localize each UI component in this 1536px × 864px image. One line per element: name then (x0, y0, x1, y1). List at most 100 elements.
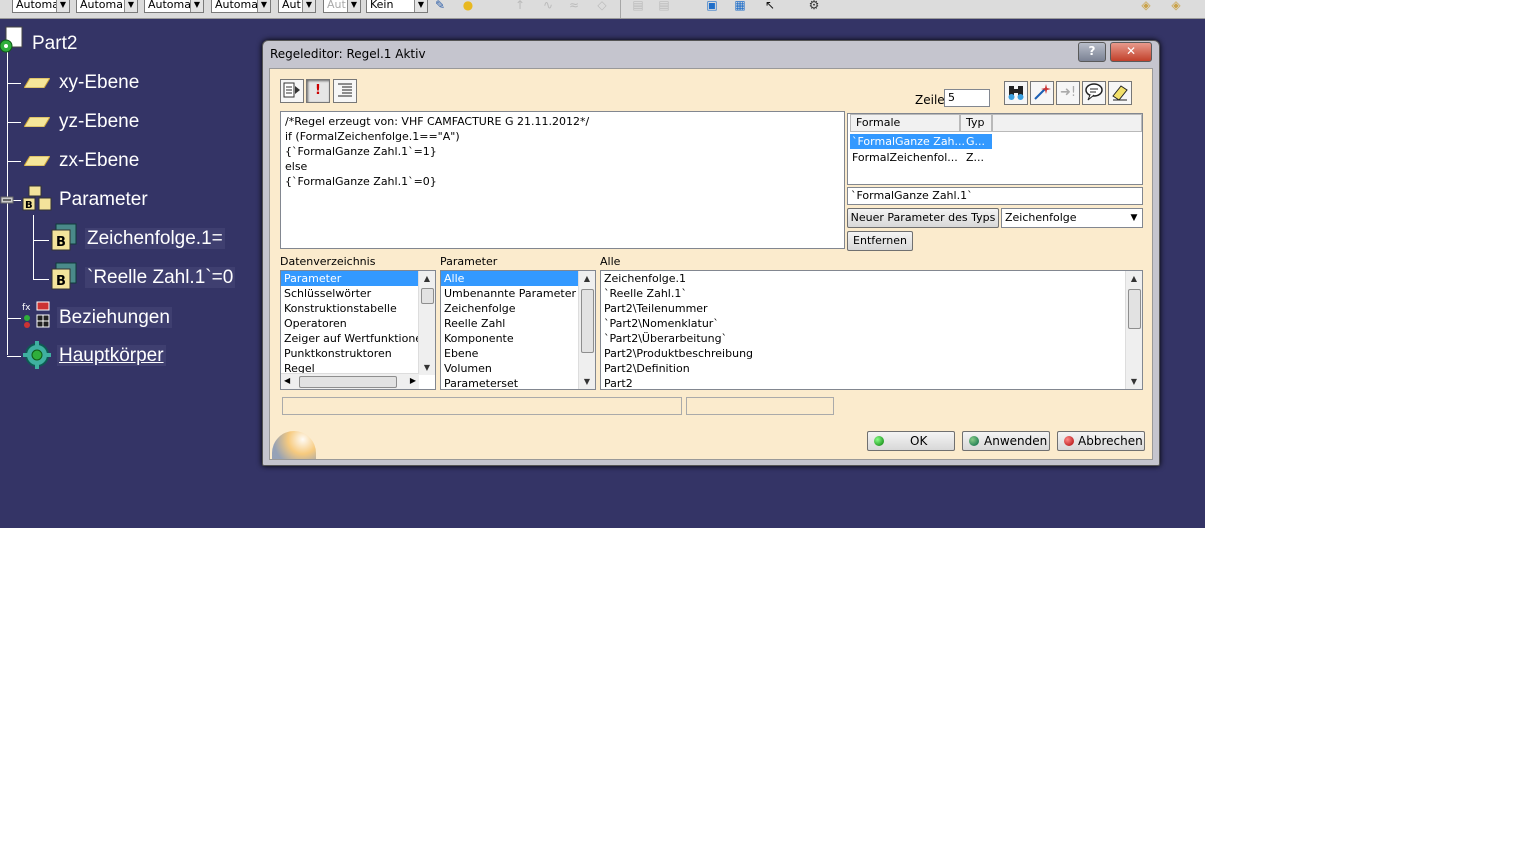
list-item[interactable]: Part2\Teilenummer (601, 301, 1121, 316)
list-item[interactable]: Umbenannte Parameter (441, 286, 579, 301)
linetype-combo[interactable]: Automa ▼ (76, 0, 138, 13)
tree-item-label: Hauptkörper (57, 345, 166, 366)
list-item[interactable]: Parameterset (441, 376, 579, 389)
layer-filter-combo[interactable]: Kein ▼ (366, 0, 428, 13)
apply-button[interactable]: Anwenden (962, 431, 1050, 451)
tools-icon[interactable]: ⚙ (806, 0, 822, 12)
list-item[interactable]: Reelle Zahl (441, 316, 579, 331)
list-item[interactable]: `Reelle Zahl.1` (601, 286, 1121, 301)
tree-item-beziehungen[interactable]: Beziehungen (57, 304, 172, 332)
svg-text:B: B (56, 235, 66, 250)
parameter-name-field[interactable]: `FormalGanze Zahl.1` (847, 187, 1143, 205)
vertical-scrollbar[interactable]: ▲ ▼ (578, 271, 595, 389)
layers-dropdown-icon[interactable]: ◈ (1168, 0, 1184, 12)
list-item[interactable]: Zeichenfolge.1 (601, 271, 1121, 286)
list-item[interactable]: `Part2\Überarbeitung` (601, 331, 1121, 346)
combo-value: Automa (16, 0, 59, 11)
comment-icon[interactable] (1082, 81, 1106, 105)
ok-label: OK (910, 434, 928, 448)
list-item[interactable]: Part2 (601, 376, 1121, 389)
vertical-scrollbar[interactable]: ▲ ▼ (1125, 271, 1142, 389)
status-field-secondary (686, 397, 834, 415)
network-icon[interactable]: ▦ (732, 0, 748, 12)
dictionary-list[interactable]: Parameter Schlüsselwörter Konstruktionst… (280, 270, 436, 390)
tree-item-label: zx-Ebene (59, 150, 140, 171)
collapse-icon[interactable] (0, 194, 14, 206)
tree-item-hauptkoerper[interactable]: Hauptkörper (57, 342, 166, 370)
parameter-icon: B (22, 185, 52, 211)
layer-combo[interactable]: Aut ▼ (278, 0, 316, 13)
tree-item-parameter[interactable]: Parameter (57, 186, 150, 214)
curve-icon: ∿ (542, 0, 554, 12)
list-item[interactable]: Ebene (441, 346, 579, 361)
chevron-down-icon: ▼ (190, 0, 203, 12)
tree-item-zx-plane[interactable]: zx-Ebene (57, 147, 141, 175)
rule-code-editor[interactable]: /*Regel erzeugt von: VHF CAMFACTURE G 21… (280, 111, 845, 249)
chevron-down-icon: ▼ (302, 0, 315, 12)
remove-button[interactable]: Entfernen (847, 231, 913, 251)
list-item[interactable]: Schlüsselwörter (281, 286, 421, 301)
close-button[interactable]: ✕ (1110, 42, 1152, 62)
thickness-combo[interactable]: Automa ▼ (144, 0, 204, 13)
vertical-scrollbar[interactable]: ▲ ▼ (418, 271, 435, 375)
list-item[interactable]: Zeichenfolge (441, 301, 579, 316)
list-item[interactable]: Part2\Produktbeschreibung (601, 346, 1121, 361)
point-type-combo[interactable]: Automa ▼ (211, 0, 271, 13)
table-row[interactable]: `FormalGanze Zah...G... (850, 134, 992, 149)
list-item[interactable]: Parameter (281, 271, 421, 286)
list-item[interactable]: Alle (441, 271, 579, 286)
column-header[interactable]: Formale Parameter (850, 114, 960, 145)
layers-icon[interactable]: ◈ (1138, 0, 1154, 12)
tag-icon: ◇ (597, 0, 607, 12)
line-number-field[interactable]: 5 (944, 89, 990, 107)
param-name: `FormalGanze Zah... (852, 135, 966, 148)
warning-icon[interactable]: ! (306, 79, 330, 103)
cancel-button[interactable]: Abbrechen (1057, 431, 1145, 451)
body-icon (23, 341, 51, 369)
all-parameters-list[interactable]: Zeichenfolge.1 `Reelle Zahl.1` Part2\Tei… (600, 270, 1143, 390)
tree-item-zeichenfolge[interactable]: Zeichenfolge.1= (85, 225, 225, 253)
selected-type: Zeichenfolge (1005, 211, 1077, 224)
list-item[interactable]: Punktkonstruktoren (281, 346, 421, 361)
whats-this-icon[interactable]: ↖ (762, 0, 778, 12)
tree-root-part2[interactable]: Part2 (30, 30, 79, 58)
color-combo[interactable]: Automa ▼ (12, 0, 70, 13)
parameter-type-select[interactable]: Zeichenfolge ▼ (1001, 208, 1143, 228)
wave-icon: ≈ (568, 0, 580, 12)
tree-item-label: Beziehungen (57, 307, 172, 328)
help-button[interactable]: ? (1078, 42, 1106, 62)
ok-button[interactable]: OK (867, 431, 955, 451)
table-row[interactable]: FormalZeichenfol... Z... (850, 150, 992, 165)
dark-green-dot-icon (969, 436, 979, 446)
green-dot-icon (874, 436, 884, 446)
tree-item-label: `Reelle Zahl.1`=0 (85, 267, 236, 288)
new-parameter-button[interactable]: Neuer Parameter des Typs (847, 208, 999, 228)
insert-rule-icon[interactable] (280, 79, 304, 103)
parameter-type-list[interactable]: Alle Umbenannte Parameter Zeichenfolge R… (440, 270, 596, 390)
column-header[interactable]: Typ (960, 114, 992, 132)
wizard-icon[interactable] (1030, 81, 1054, 105)
binoculars-icon[interactable] (1004, 81, 1028, 105)
horizontal-scrollbar[interactable]: ◀ ▶ (281, 373, 419, 389)
svg-text:fx: fx (22, 303, 31, 313)
lightbulb-icon[interactable]: ● (460, 0, 476, 12)
list-item[interactable]: Operatoren (281, 316, 421, 331)
indent-icon[interactable] (333, 79, 357, 103)
tree-item-yz-plane[interactable]: yz-Ebene (57, 108, 141, 136)
tree-item-reelle-zahl[interactable]: `Reelle Zahl.1`=0 (85, 264, 236, 292)
format-painter-icon[interactable]: ✎ (432, 0, 448, 12)
list-item[interactable]: Part2\Definition (601, 361, 1121, 376)
eraser-icon[interactable] (1108, 81, 1132, 105)
combo-value: Kein (370, 0, 394, 11)
list-item[interactable]: `Part2\Nomenklatur` (601, 316, 1121, 331)
tree-item-xy-plane[interactable]: xy-Ebene (57, 69, 141, 97)
param-type: G... (966, 135, 986, 148)
combo-value: Automa (148, 0, 191, 11)
document-icon[interactable]: ▣ (704, 0, 720, 12)
chevron-down-icon: ▼ (124, 0, 137, 12)
list-item[interactable]: Volumen (441, 361, 579, 376)
list-item[interactable]: Konstruktionstabelle (281, 301, 421, 316)
list-item[interactable]: Komponente (441, 331, 579, 346)
list-item[interactable]: Zeiger auf Wertfunktionen (281, 331, 429, 346)
code-line: if (FormalZeichenfolge.1=="A") (285, 130, 460, 143)
